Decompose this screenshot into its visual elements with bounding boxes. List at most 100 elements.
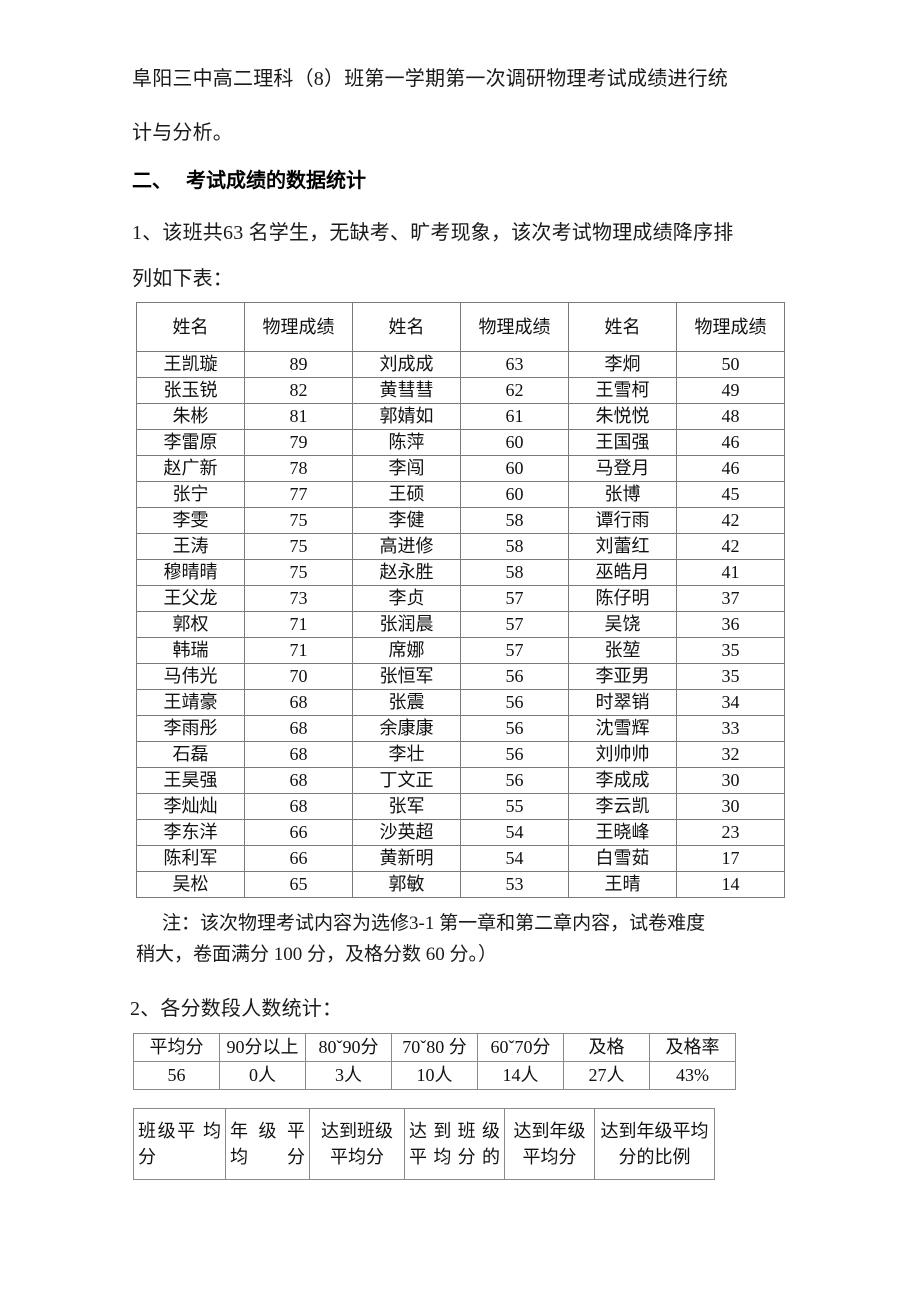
student-score-cell: 17 — [676, 845, 785, 872]
student-name-cell: 石磊 — [136, 741, 245, 768]
student-score-cell: 62 — [460, 377, 569, 404]
student-score-cell: 75 — [244, 533, 353, 560]
student-name-cell: 张堃 — [568, 637, 677, 664]
score-table-header-cell: 物理成绩 — [244, 302, 353, 352]
student-score-cell: 61 — [460, 403, 569, 430]
student-name-cell: 吴松 — [136, 871, 245, 898]
student-score-cell: 35 — [676, 663, 785, 690]
score-table-header-cell: 姓名 — [352, 302, 461, 352]
student-score-cell: 71 — [244, 611, 353, 638]
comparison-table: 班级平 均分 年级平 均分 达到班级平均分 达到班级 平均分的 达到年级平均分 … — [133, 1108, 715, 1180]
student-name-cell: 李雯 — [136, 507, 245, 534]
table-row: 李东洋 66 沙英超 54 王晓峰 23 — [136, 819, 785, 846]
student-score-cell: 66 — [244, 845, 353, 872]
student-score-cell: 60 — [460, 429, 569, 456]
table-row: 王靖豪 68 张震 56 时翠销 34 — [136, 689, 785, 716]
student-name-cell: 李健 — [352, 507, 461, 534]
student-name-cell: 刘成成 — [352, 351, 461, 378]
score-table-header-row: 姓名 物理成绩 姓名 物理成绩 姓名 物理成绩 — [136, 302, 785, 352]
student-name-cell: 马伟光 — [136, 663, 245, 690]
student-score-cell: 36 — [676, 611, 785, 638]
student-name-cell: 谭行雨 — [568, 507, 677, 534]
student-name-cell: 张润晨 — [352, 611, 461, 638]
student-name-cell: 余康康 — [352, 715, 461, 742]
student-score-cell: 77 — [244, 481, 353, 508]
student-name-cell: 王昊强 — [136, 767, 245, 794]
student-name-cell: 李贞 — [352, 585, 461, 612]
table-row: 李雯 75 李健 58 谭行雨 42 — [136, 507, 785, 534]
student-score-cell: 66 — [244, 819, 353, 846]
student-score-cell: 46 — [676, 429, 785, 456]
table-row: 王涛 75 高进修 58 刘蕾红 42 — [136, 533, 785, 560]
distribution-header-cell: 60ˇ70分 — [477, 1033, 564, 1062]
student-name-cell: 陈萍 — [352, 429, 461, 456]
student-name-cell: 李亚男 — [568, 663, 677, 690]
comparison-header-reach-grade-avg-ratio: 达到年级平均分的比例 — [594, 1108, 715, 1180]
item2-line: 2、各分数段人数统计： — [130, 998, 343, 1020]
student-score-cell: 41 — [676, 559, 785, 586]
student-name-cell: 沈雪辉 — [568, 715, 677, 742]
comparison-header-class-avg: 班级平 均分 — [133, 1108, 226, 1180]
student-score-cell: 32 — [676, 741, 785, 768]
table-row: 石磊 68 李壮 56 刘帅帅 32 — [136, 741, 785, 768]
table-row: 吴松 65 郭敏 53 王晴 14 — [136, 871, 785, 898]
student-score-cell: 53 — [460, 871, 569, 898]
student-score-cell: 58 — [460, 507, 569, 534]
student-score-cell: 46 — [676, 455, 785, 482]
comparison-header-reach-class-avg: 达到班级平均分 — [309, 1108, 405, 1180]
student-score-cell: 50 — [676, 351, 785, 378]
student-score-cell: 68 — [244, 689, 353, 716]
student-score-cell: 56 — [460, 767, 569, 794]
student-score-cell: 49 — [676, 377, 785, 404]
student-score-cell: 56 — [460, 663, 569, 690]
student-name-cell: 李炯 — [568, 351, 677, 378]
student-name-cell: 郭敏 — [352, 871, 461, 898]
distribution-value-cell: 43% — [649, 1061, 736, 1090]
student-score-cell: 42 — [676, 533, 785, 560]
distribution-header-cell: 90分以上 — [219, 1033, 306, 1062]
distribution-header-cell: 70ˇ80 分 — [391, 1033, 478, 1062]
distribution-value-cell: 56 — [133, 1061, 220, 1090]
table-row: 李雷原 79 陈萍 60 王国强 46 — [136, 429, 785, 456]
student-score-cell: 23 — [676, 819, 785, 846]
section-title: 考试成绩的数据统计 — [186, 170, 366, 192]
distribution-table: 平均分 90分以上 80ˇ90分 70ˇ80 分 60ˇ70分 及格 及格率 56 0人 3人 10… — [133, 1033, 736, 1090]
student-name-cell: 穆晴晴 — [136, 559, 245, 586]
document-page: 阜阳三中高二理科（8）班第一学期第一次调研物理考试成绩进行统 计与分析。 二、考… — [0, 0, 920, 1302]
student-name-cell: 巫皓月 — [568, 559, 677, 586]
student-name-cell: 王晴 — [568, 871, 677, 898]
student-score-cell: 48 — [676, 403, 785, 430]
student-name-cell: 朱彬 — [136, 403, 245, 430]
student-name-cell: 刘帅帅 — [568, 741, 677, 768]
student-score-cell: 56 — [460, 741, 569, 768]
distribution-header-cell: 平均分 — [133, 1033, 220, 1062]
student-score-cell: 57 — [460, 611, 569, 638]
student-name-cell: 王父龙 — [136, 585, 245, 612]
student-score-cell: 34 — [676, 689, 785, 716]
score-table-header-cell: 姓名 — [136, 302, 245, 352]
student-name-cell: 李雨彤 — [136, 715, 245, 742]
student-score-cell: 78 — [244, 455, 353, 482]
exam-note: 注：该次物理考试内容为选修3-1 第一章和第二章内容，试卷难度 稍大，卷面满分 … — [136, 908, 796, 970]
distribution-value-cell: 3人 — [305, 1061, 392, 1090]
student-score-cell: 75 — [244, 559, 353, 586]
student-score-cell: 35 — [676, 637, 785, 664]
student-name-cell: 李雷原 — [136, 429, 245, 456]
student-name-cell: 刘蕾红 — [568, 533, 677, 560]
student-name-cell: 席娜 — [352, 637, 461, 664]
student-score-cell: 54 — [460, 819, 569, 846]
table-row: 韩瑞 71 席娜 57 张堃 35 — [136, 637, 785, 664]
student-name-cell: 李云凯 — [568, 793, 677, 820]
student-name-cell: 白雪茹 — [568, 845, 677, 872]
table-row: 赵广新 78 李闯 60 马登月 46 — [136, 455, 785, 482]
student-score-cell: 65 — [244, 871, 353, 898]
student-name-cell: 郭婧如 — [352, 403, 461, 430]
score-table: 姓名 物理成绩 姓名 物理成绩 姓名 物理成绩 王凯璇 89 刘成成 63 李炯 50 张玉… — [136, 302, 785, 898]
distribution-table-body: 平均分 90分以上 80ˇ90分 70ˇ80 分 60ˇ70分 及格 及格率 56 0人 3人 10… — [133, 1033, 736, 1090]
student-score-cell: 60 — [460, 455, 569, 482]
distribution-header-cell: 及格 — [563, 1033, 650, 1062]
student-name-cell: 王雪柯 — [568, 377, 677, 404]
student-score-cell: 55 — [460, 793, 569, 820]
student-name-cell: 黄彗彗 — [352, 377, 461, 404]
student-score-cell: 79 — [244, 429, 353, 456]
